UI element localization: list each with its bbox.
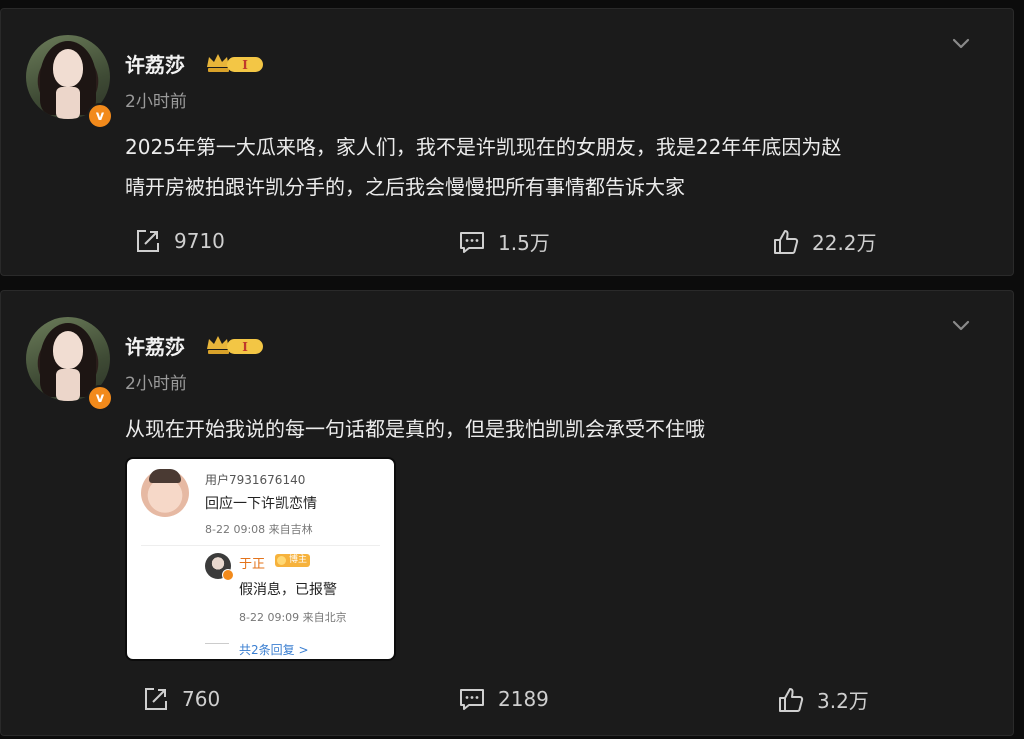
repost-button[interactable]: 9710 xyxy=(134,227,225,255)
thumbs-up-icon xyxy=(779,687,804,712)
chevron-down-icon[interactable] xyxy=(951,33,971,53)
comment-count: 1.5万 xyxy=(498,231,550,255)
vip-level: I xyxy=(242,340,248,354)
thumbs-up-icon xyxy=(774,229,799,254)
like-count: 22.2万 xyxy=(812,231,877,255)
divider xyxy=(141,545,380,546)
chevron-down-icon[interactable] xyxy=(951,315,971,335)
username[interactable]: 许荔莎 xyxy=(125,49,185,78)
commenter-avatar xyxy=(141,469,189,517)
replier-name: 于正 xyxy=(239,557,266,572)
post-time: 2小时前 xyxy=(125,92,187,112)
post-card: v 许荔莎 I 2小时前 从现在开始我说的每一句话都是真的，但是我怕凯凯会承受不… xyxy=(0,290,1014,736)
comment-text: 回应一下许凯恋情 xyxy=(205,496,317,512)
post-time: 2小时前 xyxy=(125,374,187,394)
comment-icon xyxy=(460,231,484,253)
comment-button[interactable]: 1.5万 xyxy=(458,227,550,256)
divider xyxy=(205,643,229,644)
like-button[interactable]: 22.2万 xyxy=(772,227,877,256)
verified-badge-icon xyxy=(222,569,234,581)
post-actions: 760 2189 3.2万 xyxy=(1,685,1013,721)
more-replies-link: 共2条回复 > xyxy=(239,643,309,657)
reply-meta: 8-22 09:09 来自北京 xyxy=(239,611,347,624)
repost-count: 760 xyxy=(182,687,221,711)
comment-meta: 8-22 09:08 来自吉林 xyxy=(205,523,313,536)
username[interactable]: 许荔莎 xyxy=(125,331,185,360)
verified-badge-icon: v xyxy=(87,385,113,411)
embedded-screenshot[interactable]: 用户7931676140 回应一下许凯恋情 8-22 09:08 来自吉林 于正… xyxy=(125,457,396,661)
verified-badge-icon: v xyxy=(87,103,113,129)
repost-icon xyxy=(137,230,159,252)
post-text: 从现在开始我说的每一句话都是真的，但是我怕凯凯会承受不住哦 xyxy=(125,417,705,441)
like-count: 3.2万 xyxy=(817,689,869,713)
repost-button[interactable]: 760 xyxy=(142,685,220,713)
like-button[interactable]: 3.2万 xyxy=(777,685,869,714)
reply-text: 假消息，已报警 xyxy=(239,582,337,598)
vip-crown-icon[interactable]: I xyxy=(205,333,265,357)
post-card: v 许荔莎 I 2小时前 2025年第一大瓜来咯，家人们，我不是许凯现在的女朋友… xyxy=(0,8,1014,276)
repost-icon xyxy=(145,688,167,710)
post-text: 2025年第一大瓜来咯，家人们，我不是许凯现在的女朋友，我是22年年底因为赵 晴… xyxy=(125,135,842,199)
post-actions: 9710 1.5万 22.2万 xyxy=(1,227,1013,263)
comment-icon xyxy=(460,689,484,710)
repost-count: 9710 xyxy=(174,229,225,253)
vip-crown-icon[interactable]: I xyxy=(205,51,265,75)
comment-count: 2189 xyxy=(498,687,549,711)
vip-level: I xyxy=(242,58,248,72)
commenter-name: 用户7931676140 xyxy=(205,473,306,487)
blogger-tag: 博主 xyxy=(275,554,311,567)
comment-button[interactable]: 2189 xyxy=(458,685,549,713)
